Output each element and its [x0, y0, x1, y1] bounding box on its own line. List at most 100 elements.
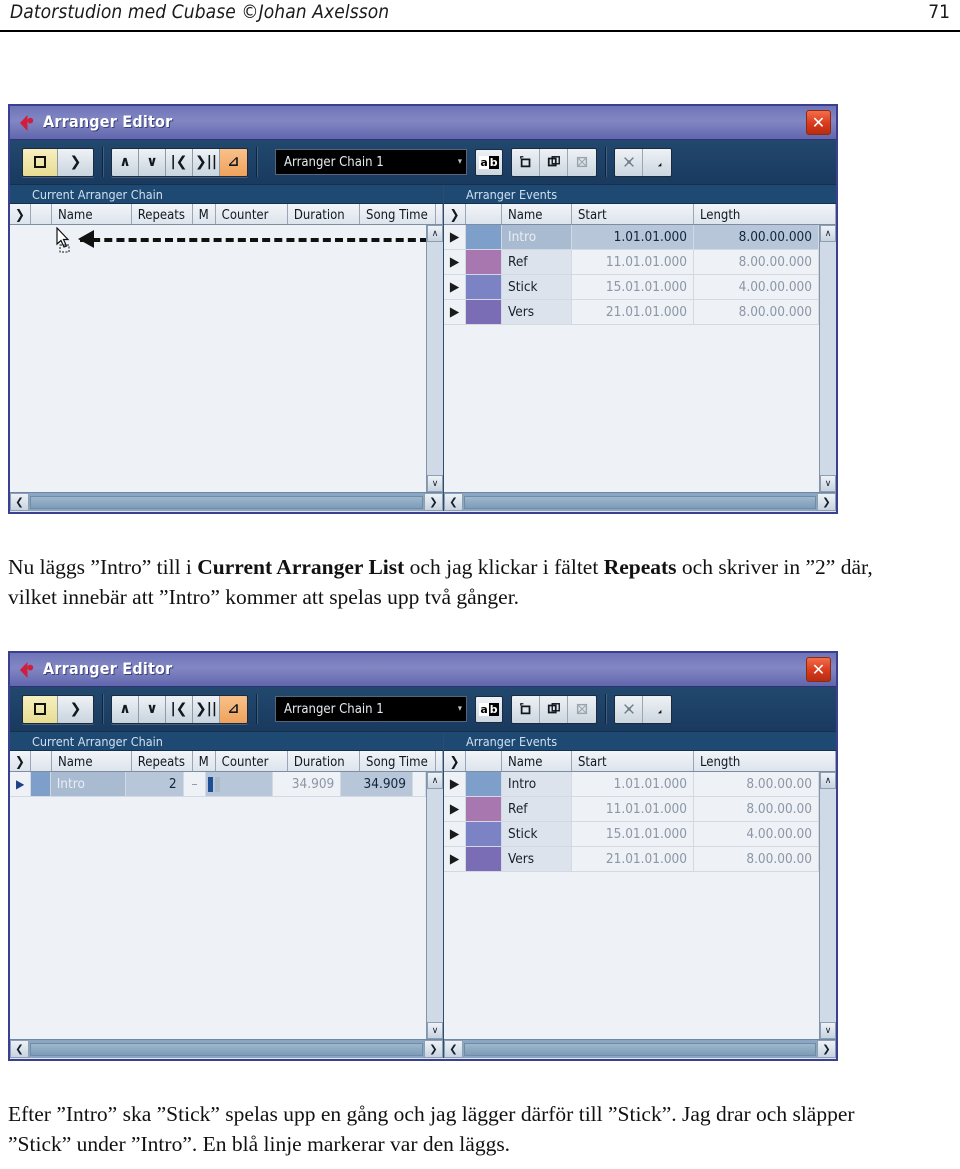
table-row[interactable]: ▶ Vers 21.01.01.000 8.00.00.000	[444, 300, 819, 325]
left-vertical-scrollbar[interactable]: ∧ ∨	[426, 772, 443, 1039]
scroll-right-icon[interactable]: ❯	[424, 1040, 443, 1058]
first-item-icon[interactable]: |❮	[166, 695, 193, 723]
left-grid-body[interactable]	[10, 225, 426, 492]
row-play-indicator-icon[interactable]: ▶	[10, 772, 32, 796]
col-start[interactable]: Start	[572, 204, 694, 224]
previous-chevron-icon[interactable]: ∧	[112, 695, 139, 723]
next-chevron-icon[interactable]: ∨	[139, 695, 166, 723]
stop-button[interactable]	[23, 148, 58, 176]
col-name[interactable]: Name	[52, 751, 132, 771]
scroll-up-icon[interactable]: ∧	[427, 225, 443, 242]
col-counter[interactable]: Counter	[215, 204, 288, 224]
table-row[interactable]: ▶ Ref 11.01.01.000 8.00.00.00	[444, 797, 819, 822]
row-mute[interactable]: –	[184, 772, 207, 796]
row-color-swatch[interactable]	[466, 300, 502, 324]
copy-chain-icon[interactable]	[540, 695, 568, 723]
row-color-swatch[interactable]	[466, 250, 502, 274]
left-vertical-scrollbar[interactable]: ∧ ∨	[426, 225, 443, 492]
scroll-left-icon[interactable]: ❮	[10, 493, 29, 511]
col-color[interactable]	[30, 204, 53, 224]
scroll-up-icon[interactable]: ∧	[427, 772, 443, 789]
row-expand-icon[interactable]: ▶	[444, 822, 466, 846]
row-color-swatch[interactable]	[466, 847, 502, 871]
right-vertical-scrollbar[interactable]: ∧ ∨	[819, 772, 836, 1039]
flatten-options-icon[interactable]	[643, 695, 671, 723]
table-row[interactable]: ▶ Intro 1.01.01.000 8.00.00.00	[444, 772, 819, 797]
table-row[interactable]: ▶ Intro 1.01.01.000 8.00.00.000	[444, 225, 819, 250]
row-expand-icon[interactable]: ▶	[444, 772, 466, 796]
left-horizontal-scrollbar[interactable]: ❮ ❯	[10, 492, 443, 511]
right-horizontal-scrollbar[interactable]: ❮ ❯	[444, 492, 836, 511]
col-duration[interactable]: Duration	[287, 204, 361, 224]
right-grid-body[interactable]: ▶ Intro 1.01.01.000 8.00.00.00 ▶ Ref 11.01.01.…	[444, 772, 819, 1039]
col-length[interactable]: Length	[694, 751, 836, 771]
row-color-swatch[interactable]	[466, 772, 502, 796]
play-button[interactable]: ❯	[58, 148, 93, 176]
col-name[interactable]: Name	[502, 751, 572, 771]
stop-button[interactable]	[23, 695, 58, 723]
next-item-icon[interactable]: ❯||	[193, 148, 220, 176]
row-repeats[interactable]: 2	[125, 772, 184, 796]
flatten-chain-icon[interactable]	[615, 148, 643, 176]
row-expand-icon[interactable]: ▶	[444, 797, 466, 821]
rename-chain-button[interactable]: ab	[475, 695, 503, 723]
play-button[interactable]: ❯	[58, 695, 93, 723]
row-expand-icon[interactable]: ▶	[444, 225, 466, 249]
arranger-mode-icon[interactable]: ⊿	[220, 695, 247, 723]
next-item-icon[interactable]: ❯||	[193, 695, 220, 723]
table-row[interactable]: ▶ Ref 11.01.01.000 8.00.00.000	[444, 250, 819, 275]
close-icon[interactable]: ✕	[806, 657, 831, 682]
scroll-down-icon[interactable]: ∨	[820, 475, 836, 492]
scroll-left-icon[interactable]: ❮	[444, 1040, 463, 1058]
col-start[interactable]: Start	[572, 751, 694, 771]
next-chevron-icon[interactable]: ∨	[139, 148, 166, 176]
col-name[interactable]: Name	[52, 204, 132, 224]
row-color-swatch[interactable]	[466, 797, 502, 821]
delete-chain-icon[interactable]	[568, 695, 596, 723]
flatten-options-icon[interactable]	[643, 148, 671, 176]
scroll-right-icon[interactable]: ❯	[424, 493, 443, 511]
first-item-icon[interactable]: |❮	[166, 148, 193, 176]
scroll-down-icon[interactable]: ∨	[427, 475, 443, 492]
left-horizontal-scrollbar[interactable]: ❮ ❯	[10, 1039, 443, 1058]
scroll-right-icon[interactable]: ❯	[817, 493, 836, 511]
arranger-mode-icon[interactable]: ⊿	[220, 148, 247, 176]
close-icon[interactable]: ✕	[806, 110, 831, 135]
col-color[interactable]	[30, 751, 53, 771]
arranger-chain-select[interactable]: Arranger Chain 1 ▾	[275, 149, 467, 175]
col-color[interactable]	[466, 751, 502, 771]
delete-chain-icon[interactable]	[568, 148, 596, 176]
scroll-right-icon[interactable]: ❯	[817, 1040, 836, 1058]
scroll-thumb[interactable]	[464, 495, 816, 509]
row-expand-icon[interactable]: ▶	[444, 300, 466, 324]
new-chain-icon[interactable]	[512, 148, 540, 176]
scroll-thumb[interactable]	[30, 1042, 423, 1056]
col-repeats[interactable]: Repeats	[131, 204, 193, 224]
scroll-thumb[interactable]	[464, 1042, 816, 1056]
row-color-swatch[interactable]	[466, 275, 502, 299]
row-expand-icon[interactable]: ▶	[444, 250, 466, 274]
col-expand[interactable]: ❯	[444, 751, 466, 771]
copy-chain-icon[interactable]	[540, 148, 568, 176]
right-grid-body[interactable]: ▶ Intro 1.01.01.000 8.00.00.000 ▶ Ref 11.01.01…	[444, 225, 819, 492]
previous-chevron-icon[interactable]: ∧	[112, 148, 139, 176]
left-grid-body[interactable]: ▶ Intro 2– 34.909 34.909	[10, 772, 426, 1039]
scroll-up-icon[interactable]: ∧	[820, 772, 836, 789]
rename-chain-button[interactable]: ab	[475, 148, 503, 176]
right-vertical-scrollbar[interactable]: ∧ ∨	[819, 225, 836, 492]
col-name[interactable]: Name	[502, 204, 572, 224]
row-color-swatch[interactable]	[466, 822, 502, 846]
scroll-thumb[interactable]	[30, 495, 423, 509]
scroll-up-icon[interactable]: ∧	[820, 225, 836, 242]
col-expand[interactable]: ❯	[444, 204, 466, 224]
col-song-time[interactable]: Song Time	[360, 204, 437, 224]
col-m[interactable]: M	[192, 751, 216, 771]
scroll-left-icon[interactable]: ❮	[10, 1040, 29, 1058]
col-expand[interactable]: ❯	[10, 751, 31, 771]
scroll-left-icon[interactable]: ❮	[444, 493, 463, 511]
col-song-time[interactable]: Song Time	[360, 751, 437, 771]
row-color-swatch[interactable]	[31, 772, 51, 796]
col-repeats[interactable]: Repeats	[131, 751, 193, 771]
col-duration[interactable]: Duration	[287, 751, 361, 771]
col-length[interactable]: Length	[694, 204, 836, 224]
